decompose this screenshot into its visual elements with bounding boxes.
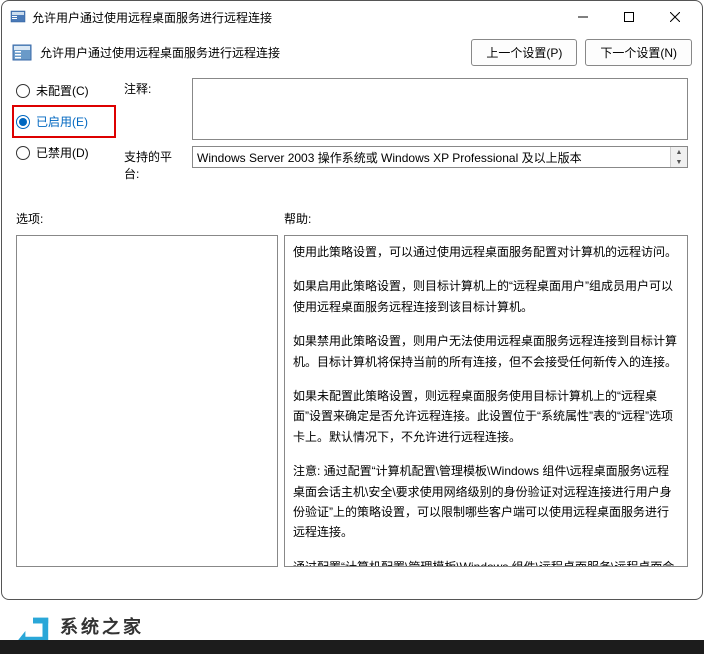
- policy-window: 允许用户通过使用远程桌面服务进行远程连接 允许用户通过使用远程桌面服务进行远程连…: [1, 0, 703, 600]
- next-setting-button[interactable]: 下一个设置(N): [585, 39, 692, 66]
- help-panel[interactable]: 使用此策略设置，可以通过使用远程桌面服务配置对计算机的远程访问。 如果启用此策略…: [284, 235, 688, 567]
- scroll-up-icon: ▲: [671, 147, 687, 157]
- platform-label: 支持的平台:: [124, 146, 184, 182]
- radio-enabled[interactable]: 已启用(E): [12, 105, 116, 138]
- help-para: 注意: 通过配置“计算机配置\管理模板\Windows 组件\远程桌面服务\远程…: [293, 461, 679, 543]
- comment-label: 注释:: [124, 78, 184, 97]
- maximize-button[interactable]: [606, 1, 652, 33]
- minimize-button[interactable]: [560, 1, 606, 33]
- toolbar: 允许用户通过使用远程桌面服务进行远程连接 上一个设置(P) 下一个设置(N): [2, 33, 702, 78]
- prev-setting-button[interactable]: 上一个设置(P): [471, 39, 577, 66]
- nav-buttons: 上一个设置(P) 下一个设置(N): [471, 39, 692, 66]
- close-button[interactable]: [652, 1, 698, 33]
- platform-scrollbar[interactable]: ▲ ▼: [670, 147, 687, 167]
- options-label: 选项:: [16, 210, 284, 227]
- titlebar: 允许用户通过使用远程桌面服务进行远程连接: [2, 1, 702, 33]
- help-para: 如果启用此策略设置，则目标计算机上的“远程桌面用户”组成员用户可以使用远程桌面服…: [293, 276, 679, 317]
- options-panel: [16, 235, 278, 567]
- help-para: 如果未配置此策略设置，则远程桌面服务使用目标计算机上的“远程桌面”设置来确定是否…: [293, 386, 679, 447]
- window-controls: [560, 1, 698, 33]
- platform-value: Windows Server 2003 操作系统或 Windows XP Pro…: [197, 149, 582, 166]
- policy-icon: [12, 43, 32, 63]
- help-para: 使用此策略设置，可以通过使用远程桌面服务配置对计算机的远程访问。: [293, 242, 679, 262]
- comment-textarea[interactable]: [192, 78, 688, 140]
- help-label: 帮助:: [284, 210, 311, 227]
- content-area: 未配置(C) 已启用(E) 已禁用(D) 注释: 支持的平台:: [2, 78, 702, 567]
- window-title: 允许用户通过使用远程桌面服务进行远程连接: [32, 9, 272, 26]
- help-para: 通过配置“计算机配置\管理模板\Windows 组件\远程桌面服务\远程桌面会话…: [293, 557, 679, 567]
- supported-platform-field: Windows Server 2003 操作系统或 Windows XP Pro…: [192, 146, 688, 168]
- watermark-brand: 系统之家: [60, 613, 158, 639]
- scroll-down-icon: ▼: [671, 157, 687, 167]
- bottom-edge: [0, 640, 704, 654]
- radio-disabled[interactable]: 已禁用(D): [16, 144, 112, 161]
- help-para: 如果禁用此策略设置，则用户无法使用远程桌面服务远程连接到目标计算机。目标计算机将…: [293, 331, 679, 372]
- state-radio-group: 未配置(C) 已启用(E) 已禁用(D): [16, 78, 112, 161]
- radio-not-configured[interactable]: 未配置(C): [16, 82, 112, 99]
- policy-title: 允许用户通过使用远程桌面服务进行远程连接: [40, 44, 463, 61]
- window-icon: [10, 9, 26, 25]
